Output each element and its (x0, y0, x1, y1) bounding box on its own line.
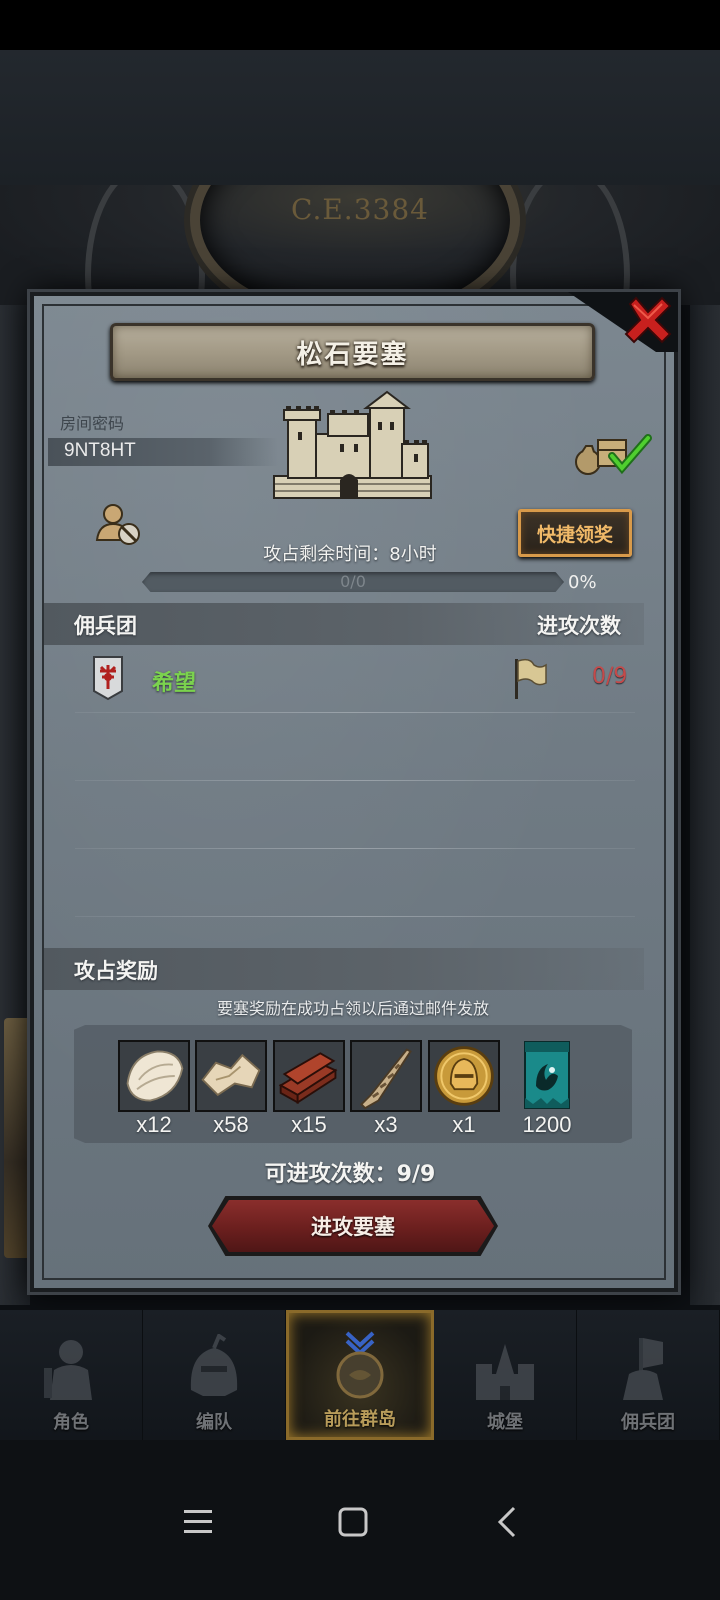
mercenary-header: 佣兵团 (74, 614, 137, 638)
era-clock: C.E.3384 (0, 185, 720, 305)
rewards-header: 攻占奖励 (74, 959, 158, 983)
list-divider (75, 780, 635, 781)
reward-item-horn[interactable] (350, 1040, 422, 1112)
title-banner: 松石要塞 (110, 323, 595, 381)
nav-label: 角色 (53, 1412, 89, 1433)
flag-icon (515, 658, 547, 699)
bottom-nav: 角色 编队 前往群岛 城堡 佣兵团 (0, 1310, 720, 1440)
red-crest-shield-icon (93, 656, 123, 701)
page-title: 松石要塞 (296, 339, 409, 370)
list-divider (75, 848, 635, 849)
attack-remaining: 可进攻次数：9/9 (264, 1162, 436, 1187)
teal-banner-icon[interactable] (522, 1040, 572, 1112)
castle-icon (476, 1344, 534, 1400)
wood-planks-icon (275, 1042, 343, 1110)
capture-progress-text: 0/0 (340, 572, 366, 591)
nav-item-islands[interactable]: 前往群岛 (286, 1310, 434, 1440)
white-fur-icon (120, 1042, 188, 1110)
helmet-icon (190, 1334, 238, 1396)
rewards-note: 要塞奖励在成功占领以后通过邮件发放 (216, 999, 489, 1018)
attack-fortress-label: 进攻要塞 (311, 1215, 395, 1239)
nav-label: 前往群岛 (324, 1409, 396, 1430)
back-icon[interactable] (486, 1500, 530, 1544)
gold-helmet-coin-icon (430, 1042, 498, 1110)
era-label: C.E.3384 (291, 193, 429, 226)
horn-icon (352, 1042, 420, 1110)
background-right (690, 305, 720, 1305)
close-icon (624, 296, 672, 344)
nav-item-castle[interactable]: 城堡 (434, 1310, 577, 1440)
reward-item-wood[interactable] (273, 1040, 345, 1112)
nav-label: 佣兵团 (621, 1412, 675, 1433)
list-divider (75, 712, 635, 713)
reward-qty: 1200 (522, 1112, 572, 1137)
castle-icon (273, 390, 432, 499)
status-bar (0, 0, 720, 50)
nav-item-character[interactable]: 角色 (0, 1310, 143, 1440)
mercenary-name[interactable]: 希望 (152, 665, 196, 697)
reward-claimed-icon (575, 434, 652, 475)
room-password-label: 房间密码 (60, 414, 125, 433)
nav-item-mercenary[interactable]: 佣兵团 (577, 1310, 720, 1440)
remaining-time: 攻占剩余时间：8小时 (263, 544, 437, 565)
nav-label: 编队 (196, 1412, 232, 1433)
capture-progress-percent: 0% (568, 572, 597, 593)
attacks-header: 进攻次数 (537, 614, 621, 638)
nav-label: 城堡 (487, 1412, 523, 1433)
knight-icon (44, 1340, 92, 1400)
reward-item-pelt[interactable] (195, 1040, 267, 1112)
attack-fortress-button[interactable]: 进攻要塞 (212, 1200, 494, 1252)
compass-icon (336, 1331, 384, 1399)
mercenary-icon (623, 1338, 663, 1400)
room-password-value[interactable]: 9NT8HT (64, 440, 136, 462)
reward-item-gold-helmet[interactable] (428, 1040, 500, 1112)
pelt-icon (197, 1042, 265, 1110)
menu-icon[interactable] (176, 1500, 220, 1544)
list-divider (75, 916, 635, 917)
side-scroll-decoration (4, 1018, 32, 1258)
reward-item-white-fur[interactable] (118, 1040, 190, 1112)
home-icon[interactable] (331, 1500, 375, 1544)
background-top (0, 50, 720, 185)
close-button[interactable] (622, 294, 674, 346)
nav-item-formation[interactable]: 编队 (143, 1310, 286, 1440)
mercenary-attack-count: 0/9 (592, 664, 628, 689)
